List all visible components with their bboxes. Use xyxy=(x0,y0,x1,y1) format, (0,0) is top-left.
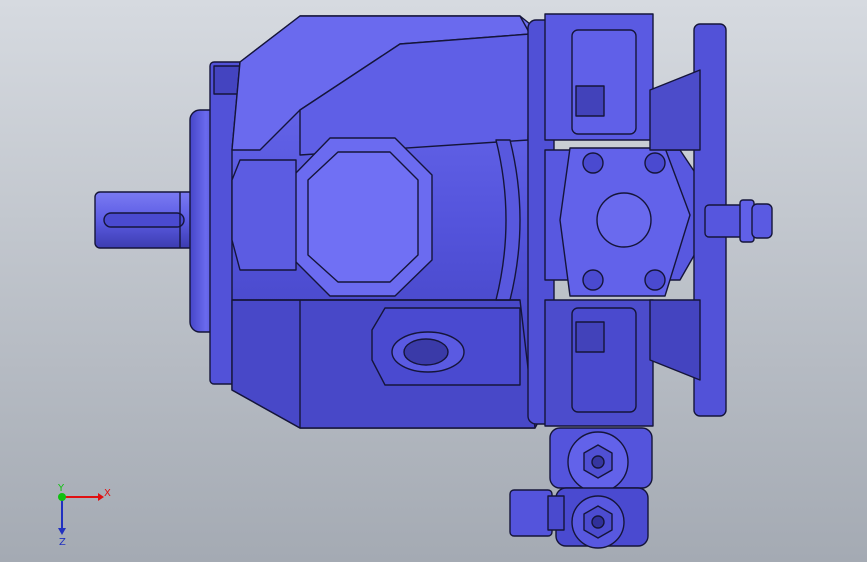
drive-shaft[interactable] xyxy=(94,191,196,249)
cad-viewport[interactable]: X Y Z xyxy=(0,0,867,562)
y-axis-dot xyxy=(58,493,66,501)
y-axis-label: Y xyxy=(57,483,65,494)
control-stub[interactable] xyxy=(704,199,773,243)
pump-housing[interactable] xyxy=(231,15,546,429)
x-axis-label: X xyxy=(104,488,111,499)
z-axis-label: Z xyxy=(59,537,66,548)
